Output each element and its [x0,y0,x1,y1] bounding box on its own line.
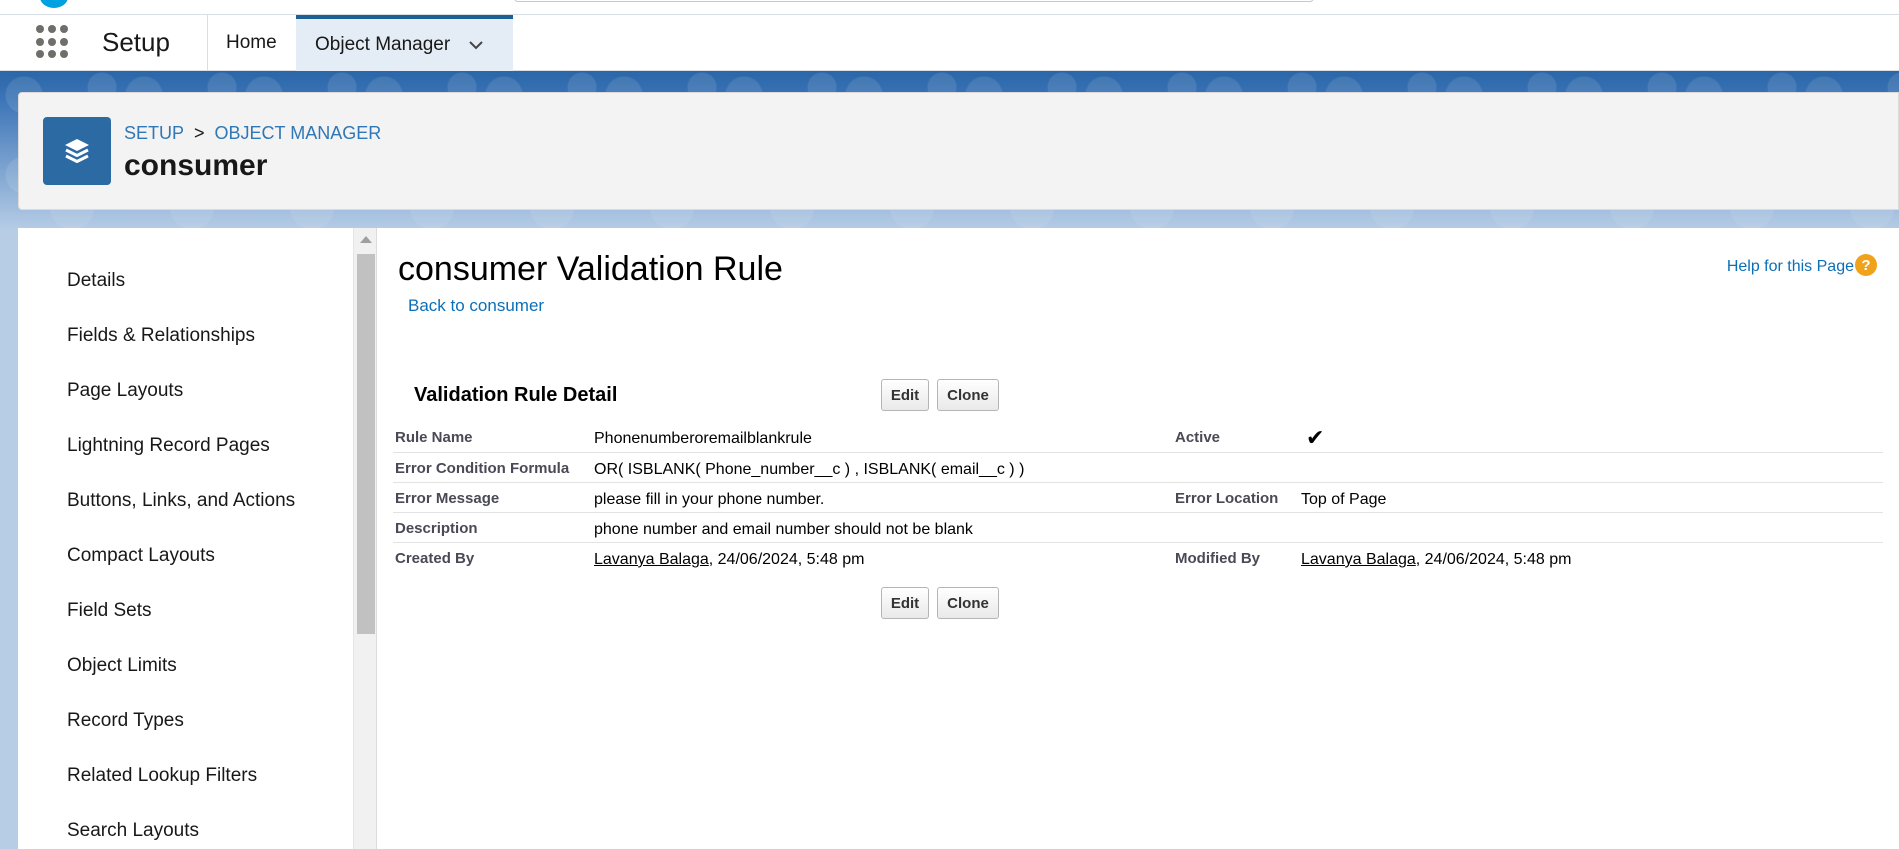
detail-row-rule-name: Rule Name Phonenumberoremailblankrule Ac… [393,423,1883,453]
edit-button-top[interactable]: Edit [881,379,929,411]
sidebar-item-record-types[interactable]: Record Types [67,710,184,732]
clone-button-bottom[interactable]: Clone [937,587,999,619]
created-by-date: , 24/06/2024, 5:48 pm [708,551,865,568]
tab-home[interactable]: Home [226,15,277,71]
modified-by-value: Lavanya Balaga, 24/06/2024, 5:48 pm [1301,551,1571,569]
sidebar-item-related-lookup-filters[interactable]: Related Lookup Filters [67,765,257,787]
breadcrumb: SETUP > OBJECT MANAGER [124,123,381,144]
sidebar-scrollbar[interactable] [353,228,377,849]
app-launcher-icon[interactable] [36,25,70,59]
created-by-value: Lavanya Balaga, 24/06/2024, 5:48 pm [594,551,864,569]
sidebar-item-buttons-links-actions[interactable]: Buttons, Links, and Actions [67,490,295,512]
validation-rule-title: consumer Validation Rule [398,250,783,288]
page-title: consumer [124,149,268,182]
salesforce-logo-icon[interactable] [40,0,68,8]
chevron-down-icon[interactable] [468,37,484,53]
sidebar-item-search-layouts[interactable]: Search Layouts [67,820,199,842]
active-checkmark-icon: ✔ [1306,425,1325,450]
modified-by-label: Modified By [1175,550,1260,567]
global-search-input[interactable] [514,0,1314,2]
layers-icon [43,117,111,185]
formula-value: OR( ISBLANK( Phone_number__c ) , ISBLANK… [594,461,1025,478]
formula-label: Error Condition Formula [395,460,570,477]
breadcrumb-object-manager[interactable]: OBJECT MANAGER [215,123,382,144]
error-location-value: Top of Page [1301,491,1387,508]
rule-name-value: Phonenumberoremailblankrule [594,430,812,447]
scroll-up-arrow-icon[interactable] [360,236,372,243]
sidebar-item-lightning-record-pages[interactable]: Lightning Record Pages [67,435,270,457]
nav-bar: Setup Home Object Manager [0,15,1899,71]
detail-row-error-message: Error Message please fill in your phone … [393,483,1883,513]
nav-divider [207,15,208,71]
detail-row-description: Description phone number and email numbe… [393,513,1883,543]
modified-by-date: , 24/06/2024, 5:48 pm [1415,551,1572,568]
app-name: Setup [102,27,170,57]
rule-name-label: Rule Name [395,429,473,446]
sidebar-item-fields-relationships[interactable]: Fields & Relationships [67,325,255,347]
section-title: Validation Rule Detail [414,384,618,406]
sidebar-item-object-limits[interactable]: Object Limits [67,655,177,677]
breadcrumb-separator: > [194,123,205,143]
active-label: Active [1175,429,1221,446]
created-by-label: Created By [395,550,475,567]
description-value: phone number and email number should not… [594,521,973,538]
main-content: consumer Validation Rule Back to consume… [378,228,1899,849]
help-link[interactable]: Help for this Page [1727,258,1854,276]
scrollbar-thumb[interactable] [357,254,375,634]
detail-row-created-modified: Created By Lavanya Balaga, 24/06/2024, 5… [393,543,1883,573]
tab-object-manager-label: Object Manager [315,34,451,55]
back-to-consumer-link[interactable]: Back to consumer [408,296,544,316]
description-label: Description [395,520,478,537]
global-header [0,0,1899,15]
help-icon[interactable]: ? [1855,254,1877,276]
object-header: SETUP > OBJECT MANAGER consumer [18,92,1899,210]
sidebar-item-details[interactable]: Details [67,270,125,292]
error-message-label: Error Message [395,490,500,507]
detail-row-formula: Error Condition Formula OR( ISBLANK( Pho… [393,453,1883,483]
modified-by-user-link[interactable]: Lavanya Balaga [1301,551,1416,568]
error-location-label: Error Location [1175,490,1279,507]
sidebar-item-page-layouts[interactable]: Page Layouts [67,380,183,402]
clone-button-top[interactable]: Clone [937,379,999,411]
error-message-value: please fill in your phone number. [594,491,825,508]
tab-object-manager[interactable]: Object Manager [296,15,513,71]
breadcrumb-setup[interactable]: SETUP [124,123,184,144]
edit-button-bottom[interactable]: Edit [881,587,929,619]
content-card: Details Fields & Relationships Page Layo… [18,228,1899,849]
tab-home-label: Home [226,32,277,53]
sidebar: Details Fields & Relationships Page Layo… [18,228,353,849]
sidebar-item-compact-layouts[interactable]: Compact Layouts [67,545,215,567]
sidebar-item-field-sets[interactable]: Field Sets [67,600,151,622]
created-by-user-link[interactable]: Lavanya Balaga [594,551,709,568]
